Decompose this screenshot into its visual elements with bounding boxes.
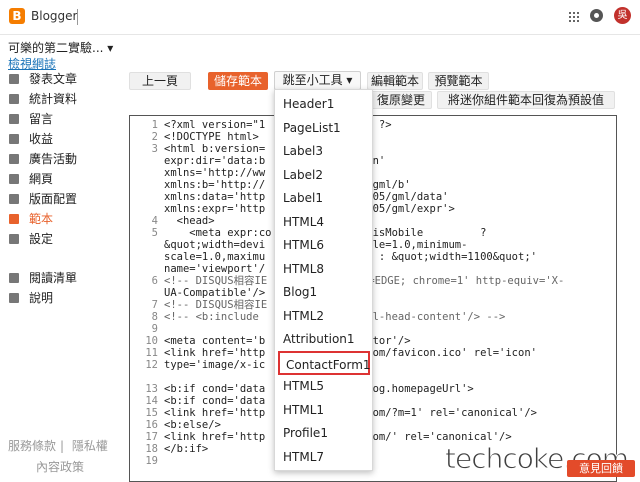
sidebar-item-help[interactable]: 說明 [0, 288, 122, 308]
chevron-down-icon: ▾ [346, 73, 353, 87]
sidebar-item-settings[interactable]: 設定 [0, 229, 122, 249]
dropdown-item-pagelist1[interactable]: PageList1 [275, 116, 372, 140]
template-code-editor[interactable]: 1<?xml version="1 TF-8" ?>2<!DOCTYPE htm… [129, 115, 617, 482]
line-number: 9 [151, 323, 158, 335]
line-number: 3 [151, 143, 158, 155]
dropdown-item-label1[interactable]: Label1 [275, 186, 372, 210]
help-icon [9, 293, 19, 303]
line-number: 13 [145, 383, 158, 395]
privacy-link[interactable]: 隱私權 [72, 439, 108, 453]
line-number: 19 [145, 455, 158, 467]
line-number: 7 [151, 299, 158, 311]
sidebar-item-earnings[interactable]: 收益 [0, 129, 122, 149]
sidebar-item-stats[interactable]: 統計資料 [0, 89, 122, 109]
code-text: <head> [164, 215, 215, 227]
line-number: 12 [145, 359, 158, 371]
code-text: type='image/x-ic [164, 359, 266, 371]
widget-dropdown-menu: Header1 PageList1 Label3 Label2 Label1 HTML4 H… [274, 89, 373, 471]
earnings-icon [9, 134, 19, 144]
divider [77, 9, 78, 25]
reset-widget-templates-button[interactable]: 將迷你組件範本回復為預設值 [437, 91, 615, 109]
sidebar-item-pages[interactable]: 網頁 [0, 169, 122, 189]
apps-grid-icon[interactable] [569, 12, 579, 22]
sidebar-item-comments[interactable]: 留言 [0, 109, 122, 129]
sidebar-item-reading-list[interactable]: 閱讀清單 [0, 268, 122, 288]
line-number: 2 [151, 131, 158, 143]
code-text: <b:if cond='data [164, 395, 266, 407]
line-number: 8 [151, 311, 158, 323]
campaigns-icon [9, 154, 19, 164]
layout-icon [9, 194, 19, 204]
terms-link[interactable]: 服務條款 [8, 439, 56, 453]
comments-icon [9, 114, 19, 124]
sidebar-item-posts[interactable]: 發表文章 [0, 69, 122, 89]
code-text: <!-- DISQUS相容IE [164, 299, 268, 311]
line-number: 18 [145, 443, 158, 455]
sidebar-item-campaigns[interactable]: 廣告活動 [0, 149, 122, 169]
dropdown-item-html1[interactable]: HTML1 [275, 398, 372, 422]
line-number: 17 [145, 431, 158, 443]
brand-name: Blogger [31, 9, 78, 23]
blog-title-dropdown[interactable]: 可樂的第二實驗... ▾ [8, 39, 113, 56]
dropdown-item-label3[interactable]: Label3 [275, 139, 372, 163]
pages-icon [9, 174, 19, 184]
line-number: 5 [151, 227, 158, 239]
posts-icon [9, 74, 19, 84]
jump-to-widget-button[interactable]: 跳至小工具 ▾ [274, 71, 361, 90]
code-text: <!DOCTYPE html> [164, 131, 259, 143]
dropdown-item-label2[interactable]: Label2 [275, 163, 372, 187]
line-number: 10 [145, 335, 158, 347]
code-text: <html b:version= [164, 143, 266, 155]
dropdown-item-html8[interactable]: HTML8 [275, 257, 372, 281]
line-number: 11 [145, 347, 158, 359]
line-number: 4 [151, 215, 158, 227]
dropdown-item-html2[interactable]: HTML2 [275, 304, 372, 328]
reading-list-icon [9, 273, 19, 283]
dropdown-item-contactform1[interactable]: ContactForm1 [278, 350, 371, 375]
line-number: 6 [151, 275, 158, 287]
dropdown-item-header1[interactable]: Header1 [275, 92, 372, 116]
top-bar: B Blogger 吳 [0, 0, 640, 35]
edit-template-button[interactable]: 編輯範本 [367, 72, 423, 90]
content-policy-link[interactable]: 內容政策 [36, 458, 84, 475]
line-number: 14 [145, 395, 158, 407]
theme-icon [9, 214, 19, 224]
code-text: name='viewport'/ [164, 263, 266, 275]
account-circle-icon[interactable] [590, 9, 603, 22]
dropdown-item-html5[interactable]: HTML5 [275, 374, 372, 398]
stats-icon [9, 94, 19, 104]
footer-links: 服務條款 | 隱私權 [8, 439, 108, 453]
back-button[interactable]: 上一頁 [129, 72, 191, 90]
settings-icon [9, 234, 19, 244]
line-number: 15 [145, 407, 158, 419]
sidebar-nav: 發表文章 統計資料 留言 收益 廣告活動 網頁 版面配置 範本 設定 閱讀清單 … [0, 69, 122, 308]
line-number: 1 [151, 119, 158, 131]
dropdown-item-attribution1[interactable]: Attribution1 [275, 327, 372, 351]
sidebar-item-layout[interactable]: 版面配置 [0, 189, 122, 209]
avatar[interactable]: 吳 [614, 7, 631, 24]
line-number: 16 [145, 419, 158, 431]
dropdown-item-blog1[interactable]: Blog1 [275, 280, 372, 304]
code-text: <b:else/> [164, 419, 221, 431]
preview-template-button[interactable]: 預覽範本 [428, 72, 489, 90]
blogger-logo[interactable]: B [9, 8, 25, 24]
revert-changes-button[interactable]: 復原變更 [370, 91, 432, 109]
code-text: </b:if> [164, 443, 209, 455]
dropdown-item-html6[interactable]: HTML6 [275, 233, 372, 257]
save-template-button[interactable]: 儲存範本 [208, 72, 268, 90]
feedback-button[interactable]: 意見回饋 [567, 460, 635, 477]
code-text: UA-Compatible'/> [164, 287, 266, 299]
dropdown-item-profile1[interactable]: Profile1 [275, 421, 372, 445]
sidebar-item-theme[interactable]: 範本 [0, 209, 122, 229]
dropdown-item-html4[interactable]: HTML4 [275, 210, 372, 234]
dropdown-item-html7[interactable]: HTML7 [275, 445, 372, 469]
